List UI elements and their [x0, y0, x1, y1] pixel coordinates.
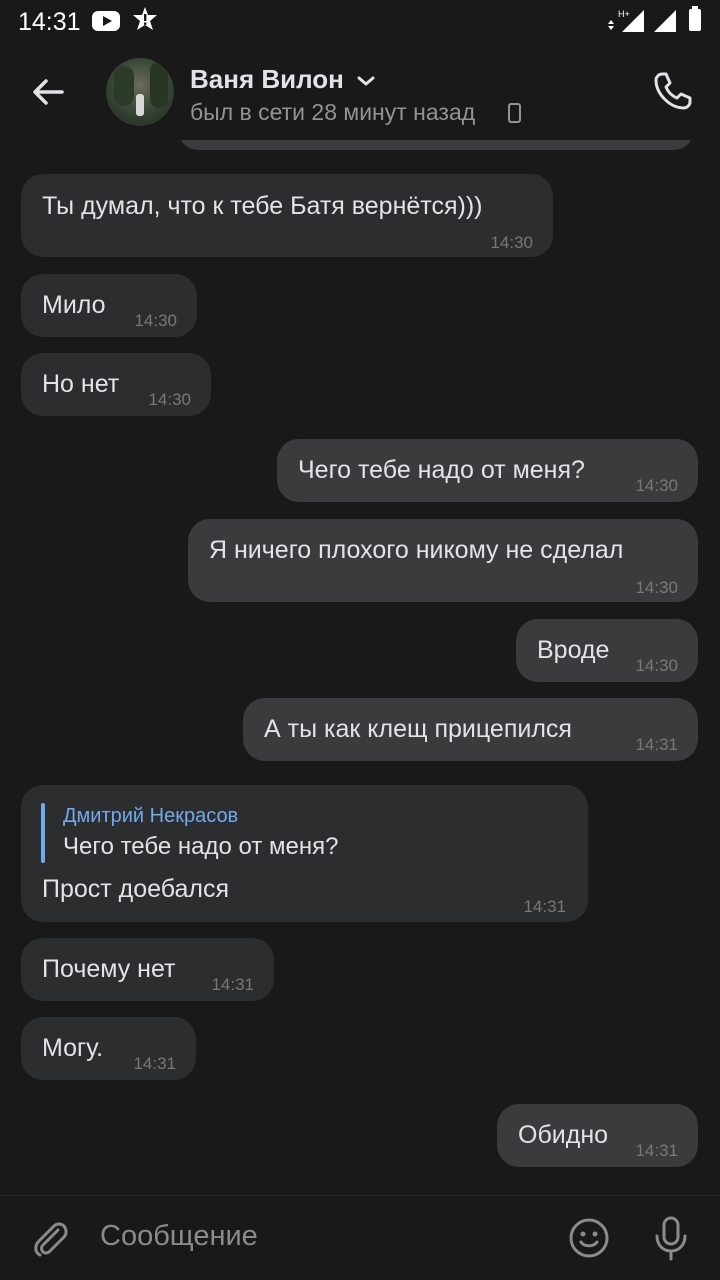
message-time: 14:31 — [133, 1054, 176, 1073]
arrow-left-icon[interactable] — [24, 68, 72, 116]
reply-author[interactable]: Дмитрий Некрасов — [63, 801, 238, 831]
paperclip-icon[interactable] — [28, 1216, 72, 1260]
svg-text:H+: H+ — [618, 9, 630, 19]
chevron-down-icon[interactable] — [356, 74, 376, 88]
message-text: Чего тебе надо от меня? — [298, 456, 585, 484]
message-input[interactable]: Сообщение — [100, 1220, 258, 1253]
mobile-signal-icon: H+ — [608, 9, 644, 32]
message-text: Могу. — [42, 1034, 104, 1062]
message-time: 14:30 — [635, 578, 678, 597]
message-time: 14:31 — [211, 975, 254, 994]
message-text: Почему нет — [42, 955, 176, 983]
chat-header: Ваня Вилон был в сети 28 минут назад — [0, 44, 720, 140]
message-time: 14:30 — [134, 311, 177, 330]
status-bar: 14:31 H+ — [0, 0, 720, 44]
status-time: 14:31 — [18, 8, 81, 36]
message-time: 14:31 — [635, 1141, 678, 1160]
message-bubble-outgoing[interactable]: А ты как клещ прицепился 14:31 — [243, 698, 698, 761]
message-time: 14:30 — [635, 476, 678, 495]
phone-icon[interactable] — [650, 68, 696, 114]
message-text: А ты как клещ прицепился — [264, 715, 572, 743]
alert-star-icon — [133, 7, 157, 30]
reply-indicator — [41, 803, 45, 863]
message-time: 14:30 — [148, 390, 191, 409]
contact-name[interactable]: Ваня Вилон — [190, 64, 344, 95]
message-text: Мило — [42, 291, 106, 319]
message-bubble-incoming[interactable]: Почему нет 14:31 — [21, 938, 274, 1001]
avatar[interactable] — [106, 58, 174, 126]
chat-screen: 14:31 H+ Ваня Вилон был в сети 28 минут … — [0, 0, 720, 1280]
message-list[interactable]: Ты думал, что к тебе Батя вернётся))) 14… — [0, 140, 720, 1195]
youtube-notification-icon — [92, 11, 120, 31]
message-text: Прост доебался — [42, 875, 230, 903]
message-text: Ты думал, что к тебе Батя вернётся))) — [42, 192, 483, 220]
message-text: Вроде — [537, 636, 610, 664]
message-bubble-outgoing[interactable]: Обидно 14:31 — [497, 1104, 698, 1167]
message-time: 14:31 — [523, 897, 566, 916]
mobile-phone-icon — [508, 103, 521, 123]
signal-strength-icon — [654, 10, 676, 32]
message-text: Я ничего плохого никому не сделал — [209, 536, 624, 564]
message-composer: Сообщение — [0, 1195, 720, 1280]
message-text: Обидно — [518, 1121, 609, 1149]
battery-icon — [689, 6, 701, 31]
reply-quoted-text[interactable]: Чего тебе надо от меня? — [63, 832, 338, 862]
message-time: 14:30 — [635, 656, 678, 675]
message-bubble-partial — [178, 140, 694, 150]
message-text: Но нет — [42, 370, 120, 398]
message-bubble-incoming[interactable]: Ты думал, что к тебе Батя вернётся))) 14… — [21, 174, 553, 257]
smile-icon[interactable] — [567, 1216, 611, 1260]
message-time: 14:31 — [635, 735, 678, 754]
last-seen-status: был в сети 28 минут назад — [190, 99, 476, 125]
message-bubble-outgoing[interactable]: Вроде 14:30 — [516, 619, 698, 682]
message-bubble-incoming[interactable]: Могу. 14:31 — [21, 1017, 196, 1080]
message-bubble-reply[interactable]: Дмитрий Некрасов Чего тебе надо от меня?… — [21, 785, 588, 922]
message-bubble-outgoing[interactable]: Чего тебе надо от меня? 14:30 — [277, 439, 698, 502]
message-time: 14:30 — [490, 233, 533, 252]
message-bubble-incoming[interactable]: Мило 14:30 — [21, 274, 197, 337]
message-bubble-outgoing[interactable]: Я ничего плохого никому не сделал 14:30 — [188, 519, 698, 602]
message-bubble-incoming[interactable]: Но нет 14:30 — [21, 353, 211, 416]
microphone-icon[interactable] — [649, 1214, 693, 1262]
